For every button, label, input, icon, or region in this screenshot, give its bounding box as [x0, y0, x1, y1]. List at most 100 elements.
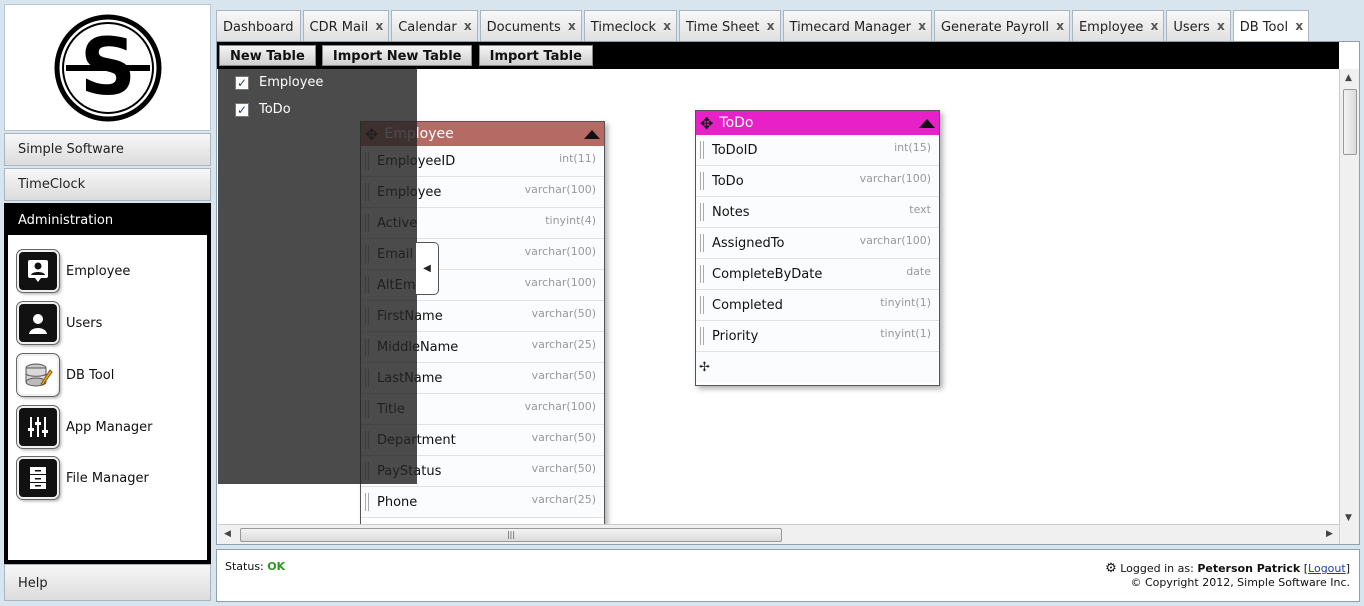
- field-row[interactable]: Phone varchar(25): [361, 487, 604, 518]
- drag-handle-icon[interactable]: [700, 265, 704, 283]
- tab-label: Time Sheet: [686, 20, 760, 35]
- tab-label: Generate Payroll: [940, 20, 1049, 35]
- drag-handle-icon[interactable]: [700, 327, 704, 345]
- tab-employee[interactable]: Employee x: [1071, 10, 1165, 41]
- help-button[interactable]: Help: [4, 564, 211, 601]
- close-icon[interactable]: x: [568, 19, 576, 33]
- checkbox[interactable]: ✓: [235, 102, 249, 117]
- checkbox[interactable]: ✓: [235, 75, 249, 90]
- tab-label: Timeclock: [590, 20, 656, 35]
- close-icon[interactable]: x: [1056, 19, 1064, 33]
- drag-handle-icon[interactable]: [700, 234, 704, 252]
- file-manager-icon: [17, 457, 59, 499]
- field-name: Notes: [712, 204, 750, 220]
- field-type: tinyint(1): [880, 327, 931, 340]
- close-icon[interactable]: x: [767, 19, 775, 33]
- scroll-up-icon[interactable]: ▲: [1345, 73, 1352, 83]
- close-icon[interactable]: x: [918, 19, 926, 33]
- employee-icon: [17, 250, 59, 292]
- tab-time-sheet[interactable]: Time Sheet x: [679, 10, 781, 41]
- tab-documents[interactable]: Documents x: [479, 10, 582, 41]
- logout-link[interactable]: Logout: [1308, 562, 1346, 575]
- tab-label: Employee: [1078, 20, 1144, 35]
- field-type: varchar(100): [524, 276, 596, 289]
- tab-generate-payroll[interactable]: Generate Payroll x: [933, 10, 1070, 41]
- table-toggle-employee[interactable]: ✓ Employee: [235, 75, 323, 90]
- app-app-manager[interactable]: App Manager: [17, 405, 153, 449]
- chevron-left-icon: ◀: [423, 263, 431, 274]
- tab-users[interactable]: Users x: [1166, 10, 1231, 41]
- field-row[interactable]: ToDo varchar(100): [696, 166, 939, 197]
- add-field-icon[interactable]: ✢: [699, 360, 710, 375]
- close-icon[interactable]: x: [663, 19, 671, 33]
- field-type: varchar(25): [531, 338, 596, 351]
- drag-handle-icon[interactable]: [700, 172, 704, 190]
- vertical-scroll-thumb[interactable]: [1343, 89, 1357, 155]
- new-table-button[interactable]: New Table: [219, 45, 316, 66]
- app-manager-icon: [17, 406, 59, 448]
- horizontal-scrollbar[interactable]: ◀ ||| ▶: [218, 524, 1340, 544]
- field-row[interactable]: AssignedTo varchar(100): [696, 228, 939, 259]
- todo-table[interactable]: ✥ ToDo ToDoID int(15) ToDo varchar(100) Notes t…: [695, 110, 940, 386]
- app-employee[interactable]: Employee: [17, 249, 130, 293]
- administration-title[interactable]: Administration: [5, 204, 210, 234]
- tab-db-tool[interactable]: DB Tool x: [1232, 10, 1310, 42]
- close-icon[interactable]: x: [464, 19, 472, 33]
- field-row[interactable]: Notes text: [696, 197, 939, 228]
- table-toggle-label: Employee: [259, 75, 324, 90]
- app-file-manager[interactable]: File Manager: [17, 456, 149, 500]
- horizontal-scroll-thumb[interactable]: |||: [240, 528, 782, 542]
- db-tool-content: New Table Import New Table Import Table …: [216, 41, 1360, 545]
- close-icon[interactable]: x: [1151, 19, 1159, 33]
- close-icon[interactable]: x: [1217, 19, 1225, 33]
- field-type: varchar(50): [531, 307, 596, 320]
- status-label: Status:: [225, 560, 264, 573]
- field-type: int(15): [894, 141, 931, 154]
- tab-dashboard[interactable]: Dashboard: [216, 10, 301, 41]
- field-name: CompleteByDate: [712, 266, 823, 282]
- import-new-table-button[interactable]: Import New Table: [321, 45, 473, 66]
- nav-label: Simple Software: [18, 142, 124, 157]
- vertical-scrollbar[interactable]: ▲ ▼: [1339, 69, 1359, 544]
- nav-simple-software[interactable]: Simple Software: [4, 133, 211, 166]
- drag-handle-icon[interactable]: [365, 493, 369, 511]
- drag-handle-icon[interactable]: [700, 203, 704, 221]
- gear-icon[interactable]: ⚙: [1105, 561, 1117, 576]
- close-icon[interactable]: x: [375, 19, 383, 33]
- copyright: © Copyright 2012, Simple Software Inc.: [1130, 576, 1350, 589]
- add-field-row[interactable]: ✢: [696, 352, 939, 383]
- app-label: Users: [66, 315, 103, 331]
- field-row[interactable]: ToDoID int(15): [696, 135, 939, 166]
- collapse-table-icon[interactable]: [584, 129, 600, 139]
- field-row[interactable]: CompleteByDate date: [696, 259, 939, 290]
- drag-handle-icon[interactable]: [700, 141, 704, 159]
- collapse-panel-button[interactable]: ◀: [416, 242, 439, 295]
- scroll-right-icon[interactable]: ▶: [1326, 529, 1333, 539]
- drag-move-icon[interactable]: ✥: [700, 114, 713, 133]
- field-type: varchar(100): [859, 172, 931, 185]
- import-table-button[interactable]: Import Table: [478, 45, 593, 66]
- app-label: Employee: [66, 263, 131, 279]
- table-header[interactable]: ✥ ToDo: [696, 111, 939, 135]
- field-type: varchar(100): [524, 400, 596, 413]
- field-row[interactable]: Priority tinyint(1): [696, 321, 939, 352]
- drag-handle-icon[interactable]: [700, 296, 704, 314]
- scroll-left-icon[interactable]: ◀: [224, 529, 231, 539]
- administration-apps: Employee Users DB Tool App Manager File …: [8, 235, 207, 560]
- table-toggle-todo[interactable]: ✓ ToDo: [235, 102, 291, 117]
- tab-timeclock[interactable]: Timeclock x: [583, 10, 677, 41]
- main-area: Dashboard CDR Mail x Calendar x Documents x Tim…: [216, 10, 1360, 545]
- field-row[interactable]: Completed tinyint(1): [696, 290, 939, 321]
- administration-panel: Administration Employee Users DB Tool Ap…: [4, 203, 211, 564]
- tab-calendar[interactable]: Calendar x: [391, 10, 478, 41]
- collapse-table-icon[interactable]: [919, 118, 935, 128]
- scroll-down-icon[interactable]: ▼: [1345, 513, 1352, 523]
- nav-timeclock[interactable]: TimeClock: [4, 168, 211, 201]
- close-icon[interactable]: x: [1295, 19, 1303, 33]
- tab-cdr-mail[interactable]: CDR Mail x: [302, 10, 390, 41]
- app-db-tool[interactable]: DB Tool: [17, 353, 114, 397]
- tab-timecard-manager[interactable]: Timecard Manager x: [782, 10, 932, 41]
- table-list-panel: ✓ Employee ✓ ToDo: [218, 69, 417, 484]
- app-users[interactable]: Users: [17, 301, 102, 345]
- tab-label: Calendar: [398, 20, 457, 35]
